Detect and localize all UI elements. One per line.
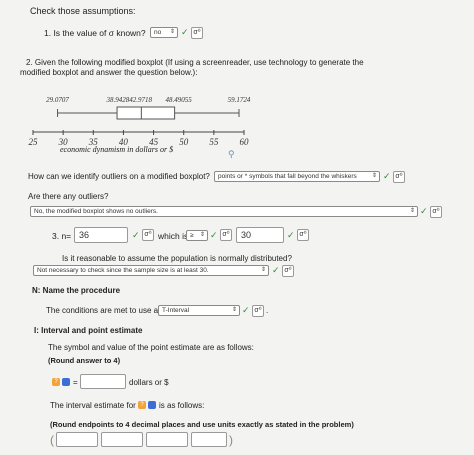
help-badge-icon[interactable]: ? xyxy=(138,401,146,409)
procedure-period: . xyxy=(266,306,269,315)
check-icon: ✓ xyxy=(210,230,218,240)
boxplot-tick-label: 25 xyxy=(29,137,39,147)
normal-question: Is it reasonable to assume the populatio… xyxy=(62,254,292,263)
select-value: ≥ xyxy=(190,232,194,239)
paren-close: ) xyxy=(229,433,233,447)
threshold-input[interactable]: 30 xyxy=(236,227,284,243)
paren-open: ( xyxy=(50,433,54,447)
boxplot-xlabel: economic dynamism in dollars or $ xyxy=(60,145,174,154)
outliers-question: How can we identify outliers on a modifi… xyxy=(28,172,210,181)
sigma-button[interactable]: σ⁰ xyxy=(142,229,154,241)
help-badge-icon[interactable]: ? xyxy=(52,378,60,386)
identify-outliers-select[interactable]: points or * symbols that fall beyond the… xyxy=(214,171,380,182)
check-icon: ✓ xyxy=(181,27,189,37)
boxplot-label-max: 59.1724 xyxy=(228,96,251,104)
boxplot-tick-label: 55 xyxy=(209,137,219,147)
upper-units-input[interactable] xyxy=(191,432,227,447)
lower-endpoint-input[interactable] xyxy=(56,432,98,447)
boxplot-label-q1-median: 38.942842.9718 xyxy=(105,96,152,104)
check-icon: ✓ xyxy=(132,230,140,240)
units-label: dollars or $ xyxy=(129,378,169,387)
sigma-button[interactable]: σ⁰ xyxy=(220,229,232,241)
round-instruction: (Round answer to 4) xyxy=(48,356,121,365)
select-arrow-icon: ⇕ xyxy=(409,208,415,214)
boxplot-label-q3: 48.49055 xyxy=(165,96,192,104)
lower-units-input[interactable] xyxy=(101,432,143,447)
point-estimate-input[interactable] xyxy=(80,374,126,389)
check-icon: ✓ xyxy=(420,206,428,216)
sample-size-input[interactable]: 36 xyxy=(74,227,128,243)
boxplot-chart: 29.0707 38.942842.9718 48.49055 59.172425 30… xyxy=(29,96,251,147)
select-value: T-Interval xyxy=(162,307,190,314)
select-arrow-icon: ⇕ xyxy=(169,29,175,35)
point-estimate-text: The symbol and value of the point estima… xyxy=(48,343,254,352)
q1-label: 1. Is the value of σ known? xyxy=(44,28,146,38)
any-outliers-question: Are there any outliers? xyxy=(28,192,109,201)
q2-line2: modified boxplot and answer the question… xyxy=(20,68,198,77)
select-value: No, the modified boxplot shows no outlie… xyxy=(34,208,158,215)
sigma-button[interactable]: σ⁰ xyxy=(252,305,264,317)
equals-sign: = xyxy=(73,378,78,387)
select-arrow-icon: ⇕ xyxy=(199,232,205,238)
boxplot-label-min: 29.0707 xyxy=(46,96,69,104)
sigma-button[interactable]: σ⁰ xyxy=(297,229,309,241)
select-value: points or * symbols that fall beyond the… xyxy=(218,173,357,180)
round-endpoints-instruction: (Round endpoints to 4 decimal places and… xyxy=(50,420,354,429)
search-icon[interactable]: ⚲ xyxy=(228,149,235,160)
q2-line1: 2. Given the following modified boxplot … xyxy=(26,58,364,67)
sigma-button[interactable]: σ⁰ xyxy=(191,27,203,39)
procedure-text: The conditions are met to use a xyxy=(46,306,159,315)
q3-label: 3. n= xyxy=(52,231,72,241)
any-outliers-select[interactable]: No, the modified boxplot shows no outlie… xyxy=(30,206,418,217)
select-arrow-icon: ⇕ xyxy=(371,173,377,179)
boxplot-box xyxy=(116,106,176,120)
normality-select[interactable]: Not necessary to check since the sample … xyxy=(33,265,269,276)
sigma-known-select[interactable]: no ⇕ xyxy=(150,27,178,38)
check-icon: ✓ xyxy=(383,171,391,181)
procedure-heading: N: Name the procedure xyxy=(32,286,121,295)
boxplot-tick-label: 50 xyxy=(179,137,189,147)
sigma-button[interactable]: σ⁰ xyxy=(282,265,294,277)
select-arrow-icon: ⇕ xyxy=(260,267,266,273)
interval-heading: I: Interval and point estimate xyxy=(34,326,143,335)
parameter-badge-icon[interactable] xyxy=(148,401,156,409)
select-value: no xyxy=(154,29,162,36)
sigma-button[interactable]: σ⁰ xyxy=(430,206,442,218)
select-arrow-icon: ⇕ xyxy=(231,307,237,313)
procedure-select[interactable]: T-Interval ⇕ xyxy=(158,305,240,316)
compare-select[interactable]: ≥ ⇕ xyxy=(186,230,208,241)
which-is-label: which is xyxy=(158,231,189,241)
boxplot-tick-label: 60 xyxy=(240,137,250,147)
check-icon: ✓ xyxy=(287,230,295,240)
interval-estimate-text: The interval estimate for xyxy=(50,401,136,410)
sigma-button[interactable]: σ⁰ xyxy=(393,171,405,183)
page-title: Check those assumptions: xyxy=(30,6,136,16)
upper-endpoint-input[interactable] xyxy=(146,432,188,447)
check-icon: ✓ xyxy=(242,305,250,315)
interval-estimate-suffix: is as follows: xyxy=(159,401,205,410)
select-value: Not necessary to check since the sample … xyxy=(37,267,209,274)
symbol-badge-icon[interactable] xyxy=(62,378,70,386)
check-icon: ✓ xyxy=(272,265,280,275)
